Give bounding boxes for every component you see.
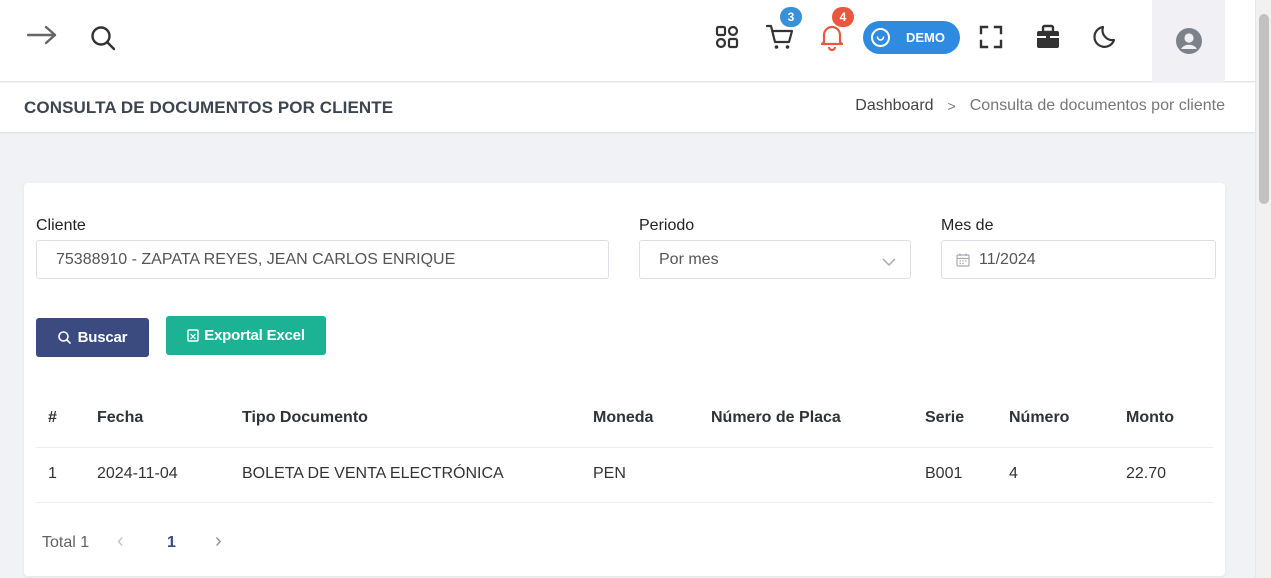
cliente-input[interactable]: 75388910 - ZAPATA REYES, JEAN CARLOS ENR… — [36, 240, 609, 279]
page-scrollbar[interactable] — [1255, 0, 1271, 578]
chevron-down-icon — [882, 254, 896, 272]
search-icon[interactable] — [89, 24, 117, 52]
buscar-button[interactable]: Buscar — [36, 318, 149, 357]
cart-icon[interactable] — [766, 23, 794, 51]
fullscreen-icon[interactable] — [979, 25, 1003, 49]
pagination-page-1[interactable]: 1 — [167, 534, 176, 552]
arrow-right-icon[interactable] — [26, 22, 58, 48]
column-header: Fecha — [97, 409, 144, 426]
pagination-total: Total 1 — [42, 534, 90, 551]
mes-label: Mes de — [941, 217, 994, 234]
cliente-value: 75388910 - ZAPATA REYES, JEAN CARLOS ENR… — [56, 250, 456, 268]
moon-icon[interactable] — [1093, 24, 1119, 50]
smile-icon — [871, 28, 890, 47]
pagination-prev-button[interactable]: ‹ — [117, 530, 124, 553]
pagination-next-button[interactable]: › — [215, 530, 222, 553]
exportar-excel-button[interactable]: Exportal Excel — [166, 316, 326, 355]
periodo-label: Periodo — [639, 217, 695, 234]
table-cell: B001 — [925, 465, 963, 482]
notifications-badge: 4 — [832, 7, 854, 27]
table-cell: PEN — [593, 465, 626, 482]
table-cell: 1 — [48, 465, 57, 482]
page-header: CONSULTA DE DOCUMENTOS POR CLIENTE Dashb… — [0, 83, 1255, 133]
table-cell: BOLETA DE VENTA ELECTRÓNICA — [242, 465, 504, 482]
column-header: Monto — [1126, 409, 1174, 426]
table-cell: 4 — [1009, 465, 1018, 482]
apps-grid-icon[interactable] — [714, 24, 740, 50]
breadcrumb-current: Consulta de documentos por cliente — [969, 97, 1225, 114]
demo-toggle[interactable]: DEMO — [863, 21, 960, 54]
mes-date-picker[interactable]: 11/2024 — [941, 240, 1216, 279]
demo-label: DEMO — [906, 30, 945, 45]
row-divider — [36, 502, 1213, 503]
scrollbar-thumb[interactable] — [1259, 14, 1269, 204]
table-cell: 2024-11-04 — [97, 465, 178, 482]
user-menu[interactable] — [1152, 0, 1225, 82]
page-title: CONSULTA DE DOCUMENTOS POR CLIENTE — [24, 98, 394, 117]
column-header: Serie — [925, 409, 965, 426]
header-divider — [36, 447, 1213, 448]
user-icon — [1175, 27, 1203, 55]
document-icon — [187, 329, 199, 342]
breadcrumb-separator: > — [947, 98, 956, 114]
calendar-icon — [956, 253, 970, 267]
periodo-select[interactable]: Por mes — [639, 240, 911, 279]
search-icon — [57, 331, 71, 344]
briefcase-icon[interactable] — [1035, 24, 1061, 50]
table-cell: 22.70 — [1126, 465, 1167, 482]
breadcrumb-dashboard-link[interactable]: Dashboard — [855, 97, 933, 115]
breadcrumb: Dashboard > Consulta de documentos por c… — [855, 97, 1225, 115]
column-header: Número — [1009, 409, 1070, 426]
column-header: # — [48, 409, 57, 426]
column-header: Moneda — [593, 409, 654, 426]
search-card: Cliente 75388910 - ZAPATA REYES, JEAN CA… — [24, 183, 1225, 576]
top-navbar: 3 4 DEMO — [0, 0, 1255, 82]
bell-icon[interactable] — [819, 23, 845, 51]
buscar-label: Buscar — [77, 329, 128, 346]
cliente-label: Cliente — [36, 217, 86, 234]
column-header: Número de Placa — [711, 409, 841, 426]
exportar-label: Exportal Excel — [204, 327, 305, 344]
periodo-value: Por mes — [659, 250, 719, 268]
cart-badge: 3 — [780, 7, 802, 27]
mes-value: 11/2024 — [979, 250, 1036, 268]
column-header: Tipo Documento — [242, 409, 368, 426]
